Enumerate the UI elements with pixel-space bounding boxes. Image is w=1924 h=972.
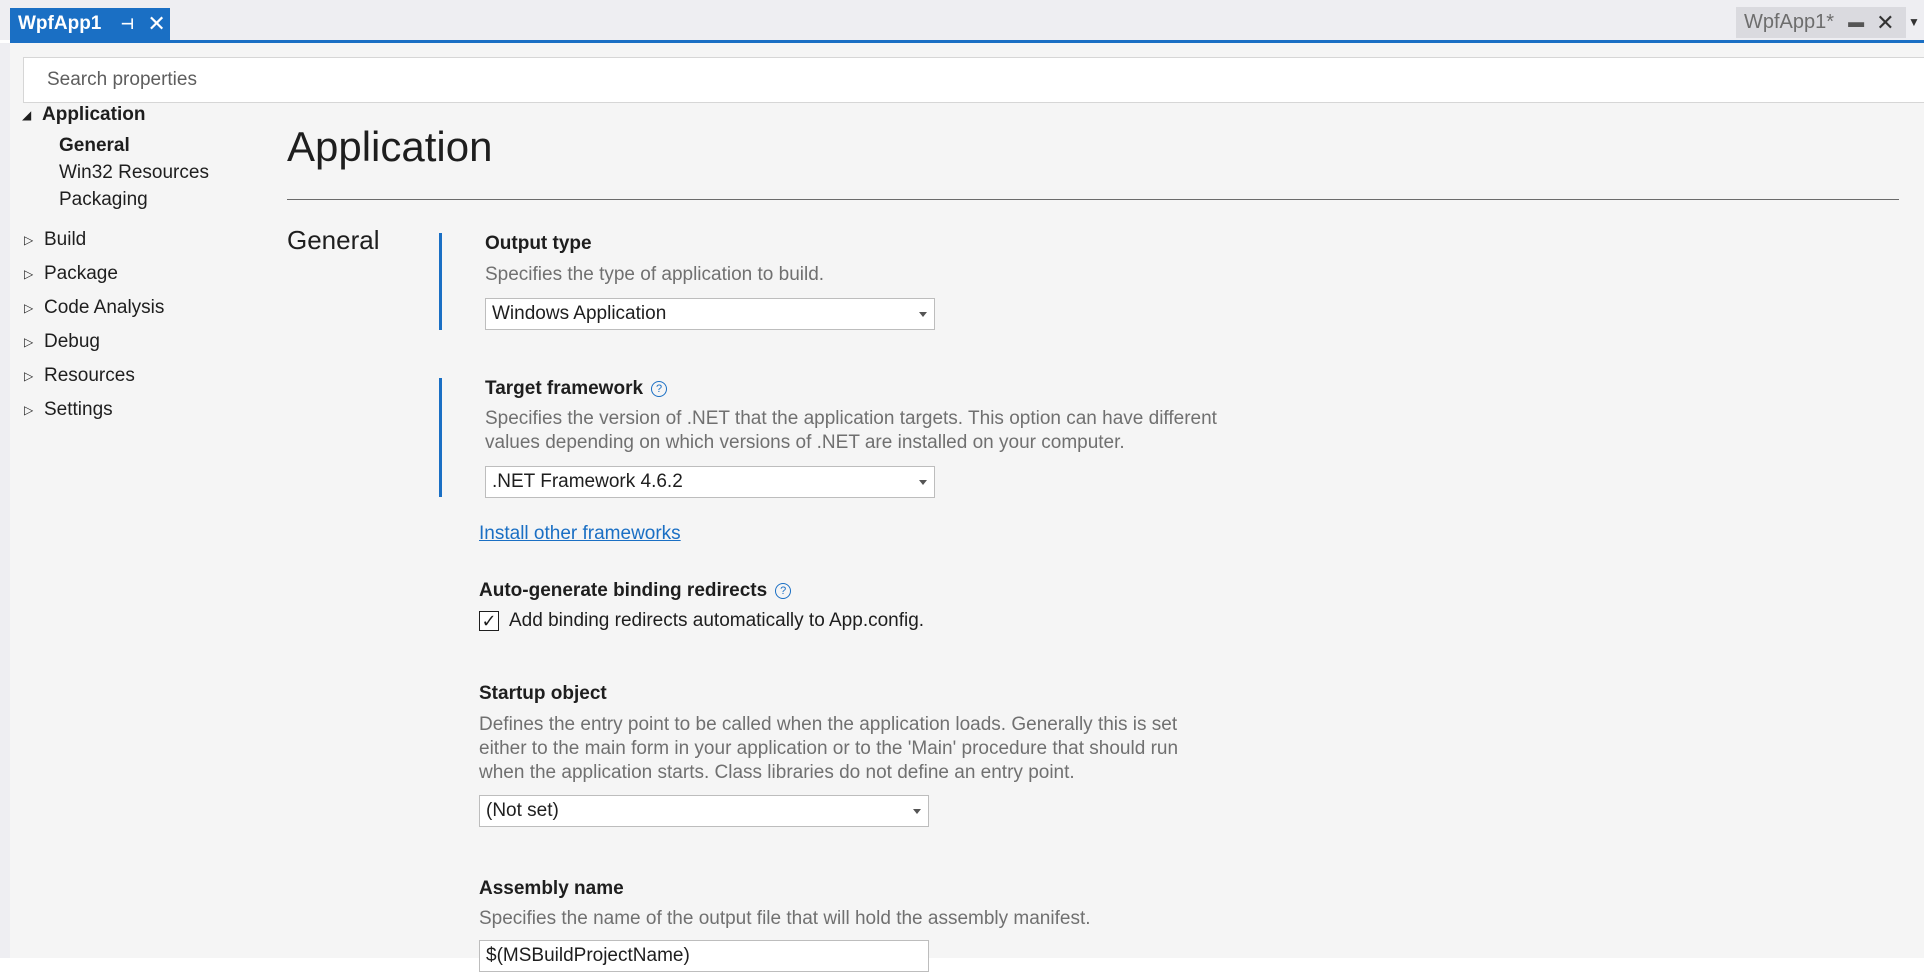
pin-icon[interactable]: ▬: [1848, 14, 1864, 32]
binding-redirects-label: Auto-generate binding redirects ?: [479, 580, 792, 602]
nav-group-package[interactable]: ▷ Package: [24, 263, 118, 285]
chevron-down-icon: [913, 808, 921, 814]
target-framework-label: Target framework ?: [485, 378, 668, 400]
startup-object-description: Defines the entry point to be called whe…: [479, 713, 1269, 785]
nav-item-win32-resources[interactable]: Win32 Resources: [59, 162, 209, 184]
label-text: Target framework: [485, 378, 644, 399]
assembly-name-input[interactable]: $(MSBuildProjectName): [479, 940, 929, 972]
nav-group-settings[interactable]: ▷ Settings: [24, 399, 113, 421]
assembly-name-description: Specifies the name of the output file th…: [479, 908, 1091, 929]
binding-redirects-checkbox-row[interactable]: ✓ Add binding redirects automatically to…: [479, 610, 924, 632]
nav-item-packaging[interactable]: Packaging: [59, 189, 148, 211]
nav-group-application[interactable]: ◢ Application: [22, 104, 145, 126]
install-other-frameworks-link[interactable]: Install other frameworks: [479, 523, 681, 545]
output-type-dropdown[interactable]: Windows Application: [485, 298, 935, 330]
properties-page: ◢ Application General Win32 Resources Pa…: [10, 43, 1924, 972]
nav-group-label: Application: [42, 104, 146, 125]
chevron-down-icon: [919, 311, 927, 317]
nav-group-label: Build: [44, 229, 87, 250]
nav-group-label: Package: [44, 263, 118, 284]
nav-group-code-analysis[interactable]: ▷ Code Analysis: [24, 297, 164, 319]
close-icon[interactable]: ✕: [147, 11, 165, 37]
output-type-description: Specifies the type of application to bui…: [485, 264, 825, 285]
binding-redirects-checkbox[interactable]: ✓: [479, 611, 499, 631]
target-framework-description: Specifies the version of .NET that the a…: [485, 407, 1245, 455]
search-input[interactable]: [45, 68, 1649, 92]
collapsed-arrow-icon[interactable]: ▷: [24, 403, 44, 417]
nav-group-debug[interactable]: ▷ Debug: [24, 331, 100, 353]
chevron-down-icon[interactable]: ▼: [1908, 15, 1920, 29]
output-type-label: Output type: [485, 233, 592, 254]
dropdown-value: .NET Framework 4.6.2: [492, 471, 683, 492]
section-title: General: [287, 225, 380, 255]
nav-group-label: Debug: [44, 331, 100, 352]
document-tab-bar: WpfApp1 ⊣ ✕ WpfApp1* ▬ ✕ ▼: [0, 0, 1924, 40]
input-value: $(MSBuildProjectName): [486, 945, 690, 966]
pin-icon[interactable]: ⊣: [119, 15, 135, 33]
expanded-arrow-icon[interactable]: ◢: [22, 108, 42, 122]
checkbox-label: Add binding redirects automatically to A…: [509, 610, 925, 631]
tab-wpfapp1-modified[interactable]: WpfApp1* ▬ ✕: [1736, 7, 1906, 38]
search-box[interactable]: [23, 57, 1924, 103]
left-border: [0, 43, 10, 958]
close-icon[interactable]: ✕: [1876, 10, 1894, 36]
assembly-name-label: Assembly name: [479, 878, 624, 899]
collapsed-arrow-icon[interactable]: ▷: [24, 369, 44, 383]
nav-group-label: Settings: [44, 399, 113, 420]
collapsed-arrow-icon[interactable]: ▷: [24, 233, 44, 247]
accent-bar: [439, 233, 442, 330]
divider: [287, 199, 1899, 200]
tab-wpfapp1[interactable]: WpfApp1 ⊣ ✕: [10, 8, 170, 40]
chevron-down-icon: [919, 479, 927, 485]
collapsed-arrow-icon[interactable]: ▷: [24, 267, 44, 281]
nav-item-label: General: [59, 135, 130, 156]
startup-object-dropdown[interactable]: (Not set): [479, 795, 929, 827]
description-line: values depending on which versions of .N…: [485, 432, 1125, 453]
nav-group-resources[interactable]: ▷ Resources: [24, 365, 135, 387]
collapsed-arrow-icon[interactable]: ▷: [24, 301, 44, 315]
nav-item-label: Packaging: [59, 189, 148, 210]
tab-title: WpfApp1: [18, 13, 102, 34]
collapsed-arrow-icon[interactable]: ▷: [24, 335, 44, 349]
page-title: Application: [287, 123, 493, 170]
target-framework-dropdown[interactable]: .NET Framework 4.6.2: [485, 466, 935, 498]
help-icon[interactable]: ?: [775, 583, 792, 599]
description-line: Specifies the version of .NET that the a…: [485, 408, 1217, 429]
label-text: Auto-generate binding redirects: [479, 580, 768, 601]
accent-bar: [439, 378, 442, 497]
dropdown-value: Windows Application: [492, 303, 667, 324]
tab-title: WpfApp1*: [1744, 11, 1835, 33]
help-icon[interactable]: ?: [651, 381, 668, 397]
nav-item-general[interactable]: General: [59, 135, 130, 157]
description-line: Defines the entry point to be called whe…: [479, 714, 1178, 735]
dropdown-value: (Not set): [486, 800, 559, 821]
nav-group-label: Resources: [44, 365, 135, 386]
nav-group-label: Code Analysis: [44, 297, 165, 318]
nav-group-build[interactable]: ▷ Build: [24, 229, 86, 251]
description-line: either to the main form in your applicat…: [479, 738, 1179, 759]
nav-item-label: Win32 Resources: [59, 162, 209, 183]
startup-object-label: Startup object: [479, 683, 607, 704]
description-line: when the application starts. Class libra…: [479, 762, 1075, 783]
